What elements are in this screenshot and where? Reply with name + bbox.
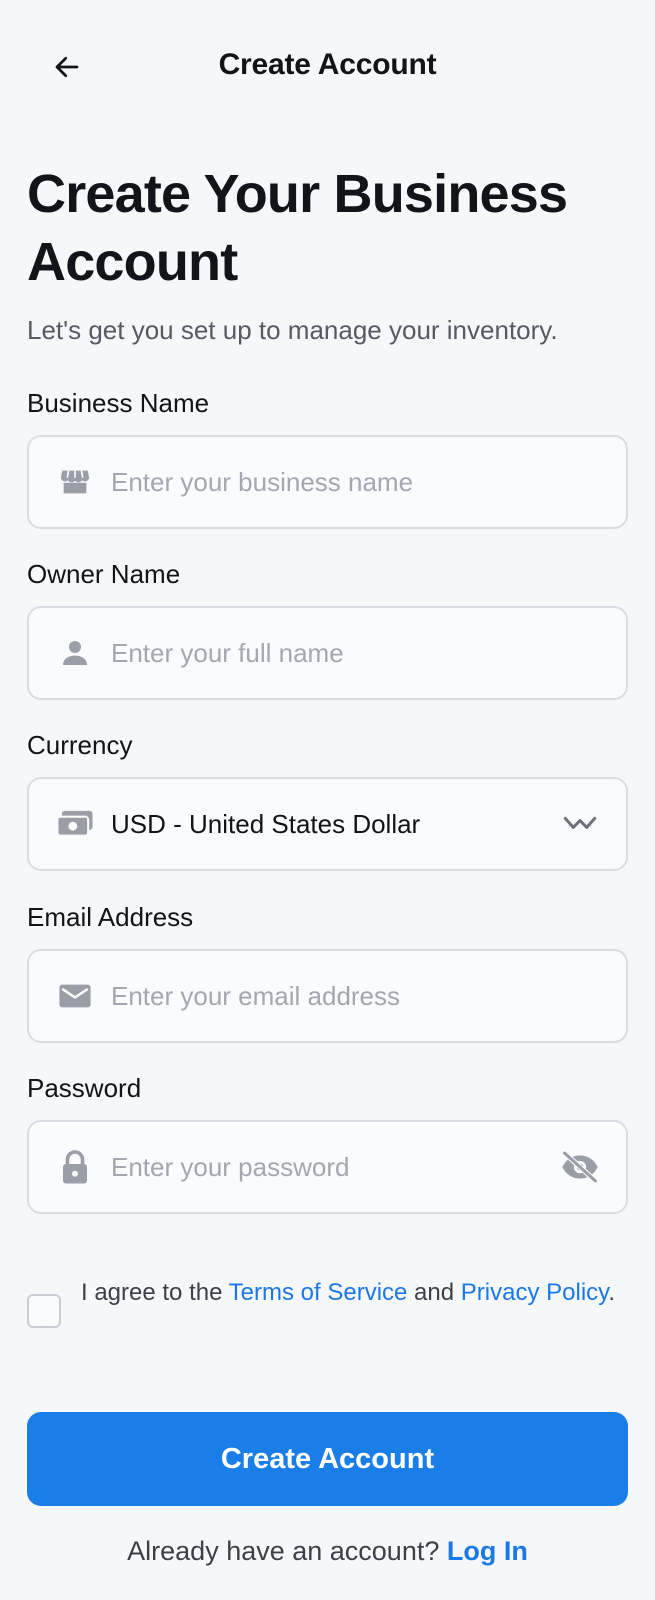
create-account-button[interactable]: Create Account [27, 1412, 628, 1506]
subtitle: Let's get you set up to manage your inve… [27, 315, 558, 345]
eye-off-icon[interactable] [558, 1145, 602, 1189]
person-icon [55, 633, 95, 673]
terms-agreement: I agree to the Terms of Service and Priv… [27, 1276, 628, 1328]
email-field[interactable]: Enter your email address [27, 949, 628, 1043]
password-input[interactable]: Enter your password [111, 1152, 558, 1183]
mail-icon [55, 976, 95, 1016]
password-field[interactable]: Enter your password [27, 1120, 628, 1214]
currency-value: USD - United States Dollar [111, 808, 421, 839]
owner-name-label: Owner Name [27, 559, 181, 589]
business-name-input[interactable]: Enter your business name [111, 467, 626, 498]
page-title: Create Account [218, 48, 437, 81]
business-name-label: Business Name [27, 388, 210, 418]
terms-suffix: . [608, 1279, 616, 1306]
login-prompt: Already have an account? Log In [0, 1536, 655, 1567]
terms-text: I agree to the Terms of Service and Priv… [81, 1276, 615, 1328]
business-name-field[interactable]: Enter your business name [27, 435, 628, 529]
email-input[interactable]: Enter your email address [111, 981, 626, 1012]
terms-prefix: I agree to the [81, 1279, 229, 1306]
terms-checkbox[interactable] [27, 1294, 61, 1328]
owner-name-field[interactable]: Enter your full name [27, 606, 628, 700]
top-bar: Create Account [0, 0, 655, 136]
log-in-link[interactable]: Log In [447, 1536, 528, 1566]
currency-select[interactable]: USD - United States Dollar [27, 777, 628, 871]
money-icon [55, 804, 95, 844]
terms-middle: and [407, 1279, 461, 1306]
headline: Create Your Business Account [27, 164, 568, 292]
chevron-down-icon[interactable] [558, 802, 602, 846]
storefront-icon [55, 462, 95, 502]
privacy-policy-link[interactable]: Privacy Policy [461, 1279, 609, 1306]
login-prompt-text: Already have an account? [127, 1536, 447, 1566]
lock-icon [55, 1147, 95, 1187]
currency-label: Currency [27, 730, 133, 760]
email-label: Email Address [27, 902, 194, 932]
owner-name-input[interactable]: Enter your full name [111, 638, 626, 669]
password-label: Password [27, 1073, 142, 1103]
terms-of-service-link[interactable]: Terms of Service [229, 1279, 408, 1306]
